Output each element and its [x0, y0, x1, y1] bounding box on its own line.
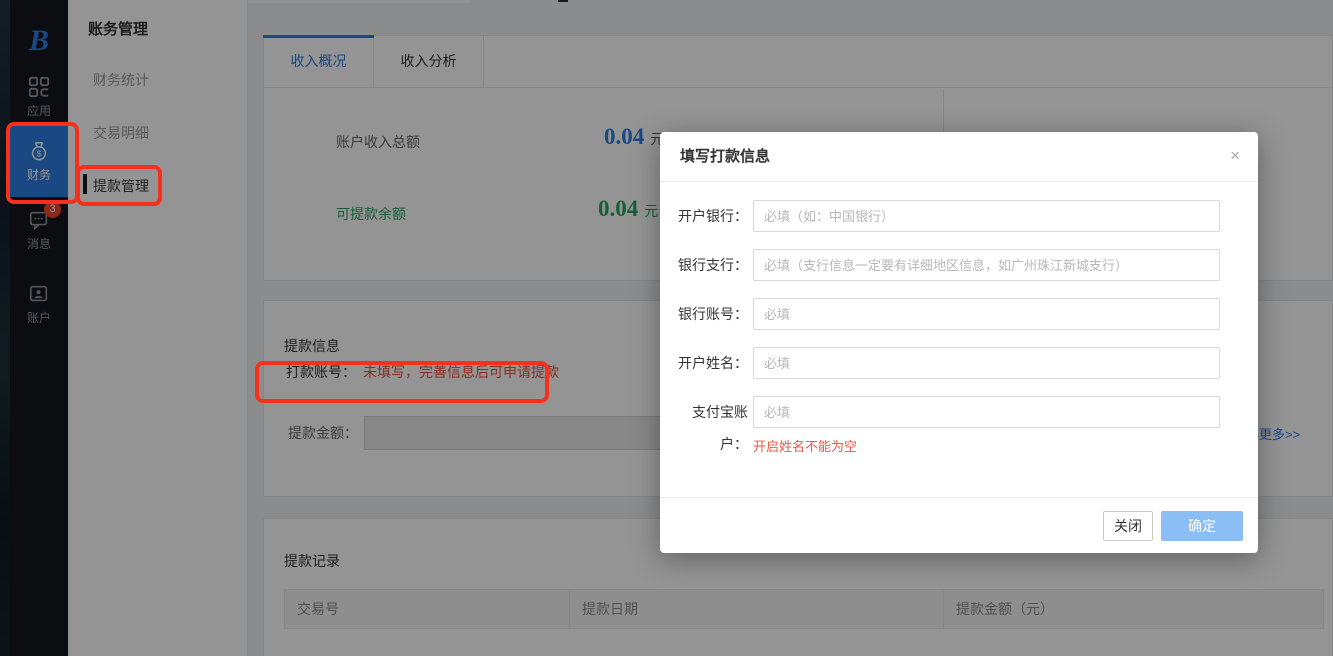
close-icon[interactable]: ×	[1230, 132, 1240, 180]
form-error-message: 开启姓名不能为空	[753, 439, 858, 454]
account-holder-input[interactable]	[753, 347, 1220, 379]
modal-title: 填写打款信息	[680, 148, 771, 165]
bank-name-input[interactable]	[753, 200, 1220, 232]
modal-confirm-button[interactable]: 确定	[1161, 511, 1243, 541]
payment-info-modal: 填写打款信息 × 开户银行： 银行支行： 银行账号： 开户姓名： 支付宝账户： …	[660, 132, 1258, 553]
bank-account-input[interactable]	[753, 298, 1220, 330]
modal-close-button[interactable]: 关闭	[1103, 511, 1153, 541]
account-holder-label: 开户姓名：	[678, 355, 748, 371]
bank-branch-label: 银行支行：	[678, 257, 748, 273]
bank-branch-input[interactable]	[753, 249, 1220, 281]
bank-name-label: 开户银行：	[678, 208, 748, 224]
modal-header: 填写打款信息 ×	[660, 132, 1258, 182]
alipay-account-input[interactable]	[753, 396, 1220, 428]
modal-footer: 关闭 确定	[660, 497, 1258, 553]
bank-account-label: 银行账号：	[678, 306, 748, 322]
alipay-account-label: 支付宝账户：	[692, 404, 748, 452]
